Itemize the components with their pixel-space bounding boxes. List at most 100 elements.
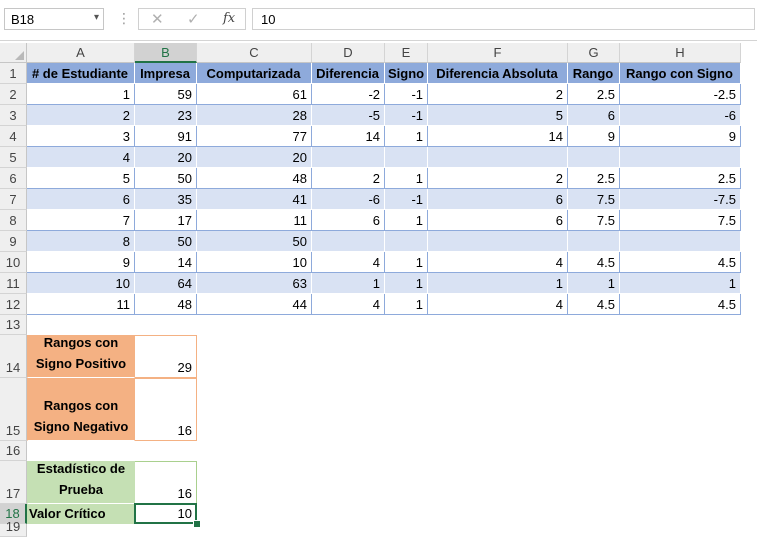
table-cell[interactable]: 5 (27, 168, 135, 189)
table-cell[interactable]: 2.5 (568, 168, 620, 189)
table-cell[interactable]: -1 (385, 189, 428, 210)
chevron-down-icon[interactable]: ▾ (94, 12, 99, 23)
table-cell[interactable]: 91 (135, 126, 197, 147)
table-cell[interactable]: -2.5 (620, 84, 741, 105)
row-header-7[interactable]: 7 (0, 189, 27, 210)
positive-ranks-value[interactable]: 29 (135, 335, 197, 378)
table-cell[interactable]: 50 (197, 231, 312, 252)
table-cell[interactable]: 48 (135, 294, 197, 315)
table-cell[interactable]: 1 (385, 168, 428, 189)
row-header-6[interactable]: 6 (0, 168, 27, 189)
table-cell[interactable]: -1 (385, 105, 428, 126)
row-header-4[interactable]: 4 (0, 126, 27, 147)
table-cell[interactable]: 6 (428, 189, 568, 210)
row-header-16[interactable]: 16 (0, 441, 27, 461)
table-cell[interactable]: -1 (385, 84, 428, 105)
table-cell[interactable]: 10 (27, 273, 135, 294)
table-cell[interactable]: 6 (428, 210, 568, 231)
table-cell[interactable] (312, 147, 385, 168)
row-header-9[interactable]: 9 (0, 231, 27, 252)
table-cell[interactable]: 20 (197, 147, 312, 168)
table-cell[interactable]: 4 (428, 294, 568, 315)
table-cell[interactable]: 7.5 (568, 189, 620, 210)
critical-value-label[interactable]: Valor Crítico (27, 504, 135, 524)
table-cell[interactable]: 4.5 (620, 294, 741, 315)
table-cell[interactable]: 63 (197, 273, 312, 294)
table-cell[interactable]: 28 (197, 105, 312, 126)
table-cell[interactable]: 1 (27, 84, 135, 105)
table-cell[interactable]: 23 (135, 105, 197, 126)
table-cell[interactable]: -2 (312, 84, 385, 105)
table-cell[interactable] (428, 147, 568, 168)
table-cell[interactable] (620, 231, 741, 252)
table-header-cell[interactable]: Signo (385, 63, 428, 84)
table-cell[interactable]: 4 (312, 294, 385, 315)
table-cell[interactable]: 1 (385, 294, 428, 315)
table-cell[interactable]: 1 (428, 273, 568, 294)
table-cell[interactable]: 4 (27, 147, 135, 168)
column-header-b[interactable]: B (135, 43, 197, 63)
table-cell[interactable]: 7.5 (568, 210, 620, 231)
cancel-icon[interactable]: ✕ (151, 10, 164, 28)
table-cell[interactable]: -5 (312, 105, 385, 126)
table-cell[interactable] (428, 231, 568, 252)
table-cell[interactable]: 9 (568, 126, 620, 147)
table-header-cell[interactable]: Diferencia Absoluta (428, 63, 568, 84)
table-cell[interactable]: 4.5 (568, 252, 620, 273)
select-all-corner[interactable] (0, 43, 27, 63)
table-cell[interactable]: 61 (197, 84, 312, 105)
row-header-2[interactable]: 2 (0, 84, 27, 105)
table-cell[interactable]: 5 (428, 105, 568, 126)
table-cell[interactable] (568, 231, 620, 252)
table-cell[interactable]: 2 (428, 84, 568, 105)
table-cell[interactable]: 2 (428, 168, 568, 189)
table-cell[interactable]: -6 (312, 189, 385, 210)
row-header-3[interactable]: 3 (0, 105, 27, 126)
row-header-15[interactable]: 15 (0, 378, 27, 441)
table-cell[interactable]: 17 (135, 210, 197, 231)
column-header-e[interactable]: E (385, 43, 428, 63)
table-cell[interactable]: 50 (135, 231, 197, 252)
table-cell[interactable]: 64 (135, 273, 197, 294)
row-header-10[interactable]: 10 (0, 252, 27, 273)
table-cell[interactable] (385, 147, 428, 168)
table-cell[interactable]: 6 (27, 189, 135, 210)
row-header-12[interactable]: 12 (0, 294, 27, 315)
table-cell[interactable] (568, 147, 620, 168)
positive-ranks-label[interactable]: Rangos con Signo Positivo (27, 335, 135, 378)
table-cell[interactable]: 7.5 (620, 210, 741, 231)
table-cell[interactable]: 6 (312, 210, 385, 231)
table-header-cell[interactable]: Computarizada (197, 63, 312, 84)
table-cell[interactable]: 41 (197, 189, 312, 210)
table-cell[interactable]: 1 (620, 273, 741, 294)
table-cell[interactable] (385, 231, 428, 252)
table-cell[interactable]: 14 (135, 252, 197, 273)
table-cell[interactable]: 8 (27, 231, 135, 252)
formula-input[interactable]: 10 (252, 8, 755, 30)
row-header-1[interactable]: 1 (0, 63, 27, 84)
table-cell[interactable]: 11 (27, 294, 135, 315)
table-header-cell[interactable]: Rango (568, 63, 620, 84)
table-cell[interactable]: 4 (312, 252, 385, 273)
column-header-f[interactable]: F (428, 43, 568, 63)
table-cell[interactable]: 2 (312, 168, 385, 189)
critical-value-cell[interactable]: 10 (135, 504, 197, 524)
table-cell[interactable] (620, 147, 741, 168)
column-header-c[interactable]: C (197, 43, 312, 63)
table-cell[interactable]: 77 (197, 126, 312, 147)
row-header-8[interactable]: 8 (0, 210, 27, 231)
row-header-17[interactable]: 17 (0, 461, 27, 504)
table-cell[interactable]: 1 (312, 273, 385, 294)
table-cell[interactable]: 2.5 (620, 168, 741, 189)
table-cell[interactable]: 9 (27, 252, 135, 273)
table-header-cell[interactable]: Diferencia (312, 63, 385, 84)
row-header-13[interactable]: 13 (0, 315, 27, 335)
table-cell[interactable]: 6 (568, 105, 620, 126)
table-cell[interactable]: 2.5 (568, 84, 620, 105)
table-header-cell[interactable]: Impresa (135, 63, 197, 84)
column-header-h[interactable]: H (620, 43, 741, 63)
table-cell[interactable]: 35 (135, 189, 197, 210)
name-box[interactable]: B18 ▾ (4, 8, 104, 30)
table-cell[interactable]: 1 (385, 210, 428, 231)
table-cell[interactable]: 59 (135, 84, 197, 105)
